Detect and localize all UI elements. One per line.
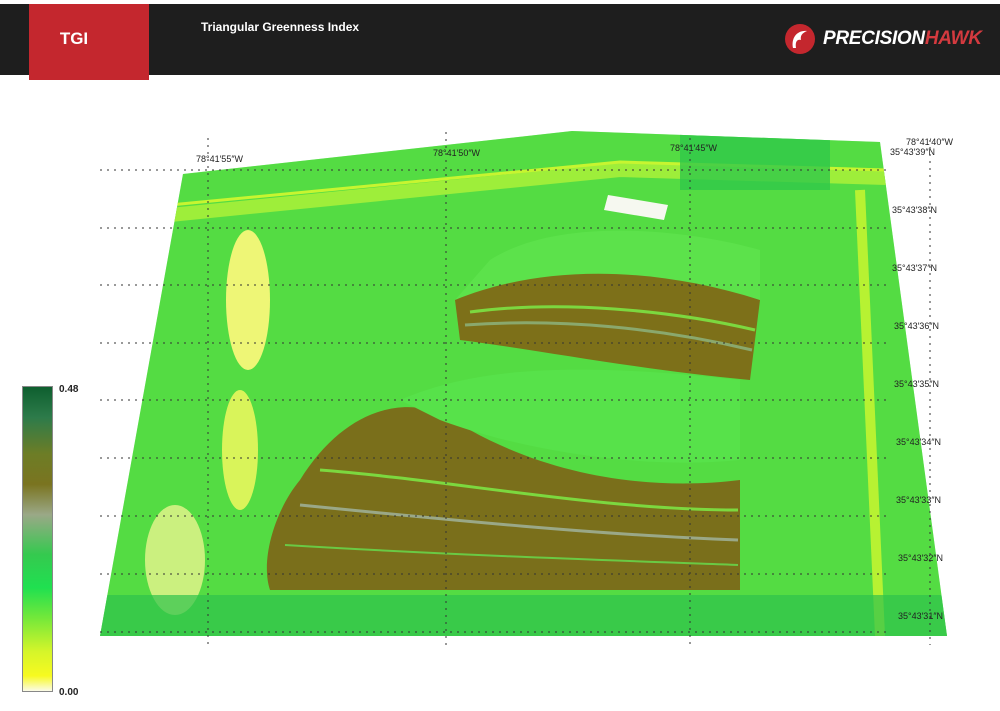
longitude-label: 78°41′50″W <box>433 148 480 158</box>
latitude-label: 35°43′34″N <box>896 437 942 447</box>
latitude-label: 35°43′32″N <box>898 553 944 563</box>
latitude-label: 35°43′39″N <box>890 147 936 157</box>
latitude-label: 35°43′36″N <box>894 321 940 331</box>
field-imagery <box>100 131 947 636</box>
latitude-label: 35°43′35″N <box>894 379 940 389</box>
legend-max-label: 0.48 <box>59 384 79 395</box>
legend-min-label: 0.00 <box>59 687 79 698</box>
latitude-label: 35°43′33″N <box>896 495 942 505</box>
latitude-label: 35°43′38″N <box>892 205 938 215</box>
latitude-label: 35°43′37″N <box>892 263 938 273</box>
tgi-color-scale <box>22 386 53 692</box>
longitude-label: 78°41′55″W <box>196 154 243 164</box>
latitude-label: 35°43′31″N <box>898 611 944 621</box>
longitude-label: 78°41′40″W <box>906 137 953 147</box>
tgi-map <box>100 131 947 645</box>
longitude-label: 78°41′45″W <box>670 143 717 153</box>
